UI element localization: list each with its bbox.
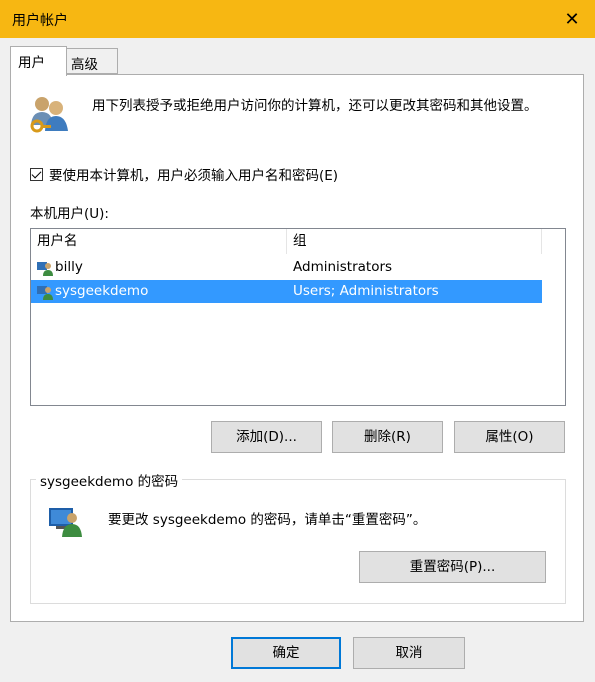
table-row[interactable]: billy Administrators <box>31 256 542 279</box>
info-description: 用下列表授予或拒绝用户访问你的计算机，还可以更改其密码和其他设置。 <box>92 98 538 114</box>
window-title: 用户帐户 <box>12 13 68 29</box>
user-group: Administrators <box>293 259 393 275</box>
users-list-label: 本机用户(U): <box>30 206 109 222</box>
user-icon <box>37 286 53 300</box>
require-login-row[interactable]: 要使用本计算机，用户必须输入用户名和密码(E) <box>30 164 338 184</box>
listview-header: 用户名 组 <box>31 229 565 254</box>
user-name: sysgeekdemo <box>55 283 149 299</box>
users-key-icon <box>30 97 68 133</box>
properties-button[interactable]: 属性(O) <box>454 421 565 453</box>
password-group-title: sysgeekdemo 的密码 <box>36 470 183 490</box>
tab-advanced[interactable]: 高级 <box>66 48 118 74</box>
cancel-button[interactable]: 取消 <box>353 637 465 669</box>
password-group <box>30 479 566 604</box>
close-icon[interactable]: ✕ <box>549 0 595 38</box>
require-login-checkbox[interactable] <box>30 167 43 181</box>
user-group: Users; Administrators <box>293 283 439 299</box>
user-monitor-icon <box>49 508 82 537</box>
password-description: 要更改 sysgeekdemo 的密码，请单击“重置密码”。 <box>108 512 427 528</box>
require-login-label: 要使用本计算机，用户必须输入用户名和密码(E) <box>49 168 339 184</box>
users-listview[interactable]: 用户名 组 billy Administrators sysgeekdemo U… <box>30 228 566 406</box>
user-name: billy <box>55 259 83 275</box>
user-icon <box>37 262 53 276</box>
table-row[interactable]: sysgeekdemo Users; Administrators <box>31 280 542 303</box>
remove-button[interactable]: 删除(R) <box>332 421 443 453</box>
tab-users[interactable]: 用户 <box>10 46 67 76</box>
title-bar: 用户帐户 ✕ <box>0 0 595 38</box>
reset-password-button[interactable]: 重置密码(P)... <box>359 551 546 583</box>
add-button[interactable]: 添加(D)... <box>211 421 322 453</box>
column-header-group[interactable]: 组 <box>287 229 542 254</box>
ok-button[interactable]: 确定 <box>231 637 341 669</box>
column-header-username[interactable]: 用户名 <box>31 229 287 254</box>
